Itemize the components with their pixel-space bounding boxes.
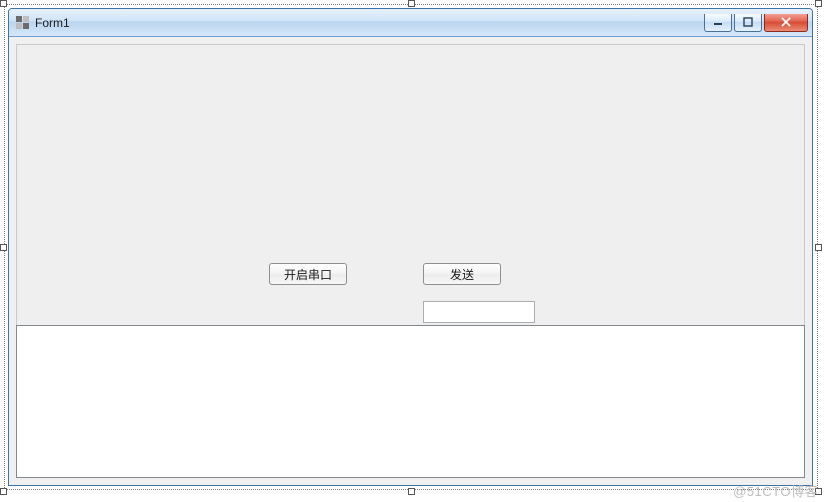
output-textbox[interactable]: [16, 325, 805, 478]
maximize-icon: [743, 17, 753, 27]
app-icon: [15, 15, 31, 31]
upper-panel: 开启串口 发送: [17, 45, 804, 325]
resize-handle-bottom-right[interactable]: [815, 488, 822, 495]
open-serial-button[interactable]: 开启串口: [269, 263, 347, 285]
send-button[interactable]: 发送: [423, 263, 501, 285]
window-title: Form1: [35, 16, 704, 30]
minimize-icon: [713, 17, 723, 27]
window-controls: [704, 14, 808, 32]
resize-handle-top-middle[interactable]: [408, 0, 415, 7]
client-area: 开启串口 发送: [16, 44, 805, 478]
maximize-button[interactable]: [734, 14, 762, 32]
resize-handle-top-right[interactable]: [815, 0, 822, 7]
resize-handle-middle-left[interactable]: [0, 244, 7, 251]
resize-handle-bottom-middle[interactable]: [408, 488, 415, 495]
close-icon: [780, 17, 792, 27]
resize-handle-bottom-left[interactable]: [0, 488, 7, 495]
close-button[interactable]: [764, 14, 808, 32]
form-window: Form1: [8, 8, 813, 486]
resize-handle-middle-right[interactable]: [815, 244, 822, 251]
minimize-button[interactable]: [704, 14, 732, 32]
designer-canvas: Form1: [4, 4, 818, 490]
titlebar[interactable]: Form1: [9, 9, 812, 37]
resize-handle-top-left[interactable]: [0, 0, 7, 7]
send-textbox[interactable]: [423, 301, 535, 323]
